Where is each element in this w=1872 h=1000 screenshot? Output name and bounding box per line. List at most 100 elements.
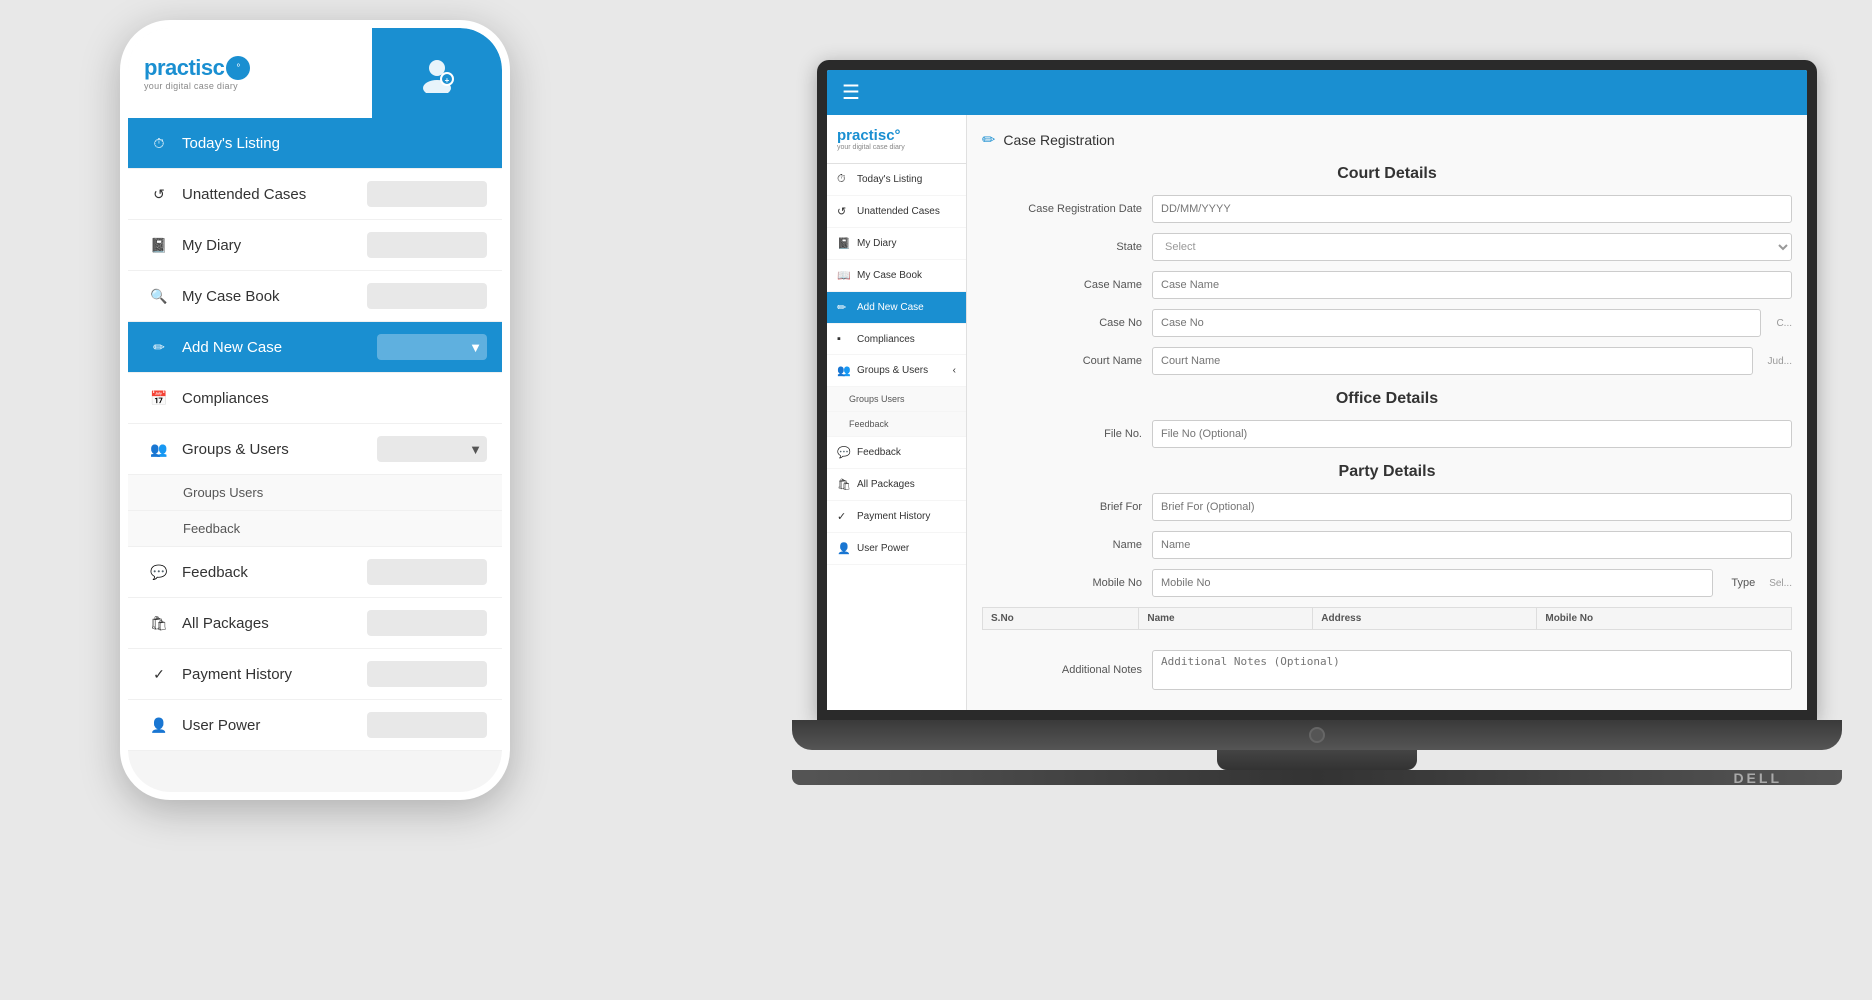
sidebar-label-feedback: Feedback — [857, 447, 901, 458]
phone-nav-payment-history[interactable]: ✓ Payment History — [128, 649, 502, 700]
label-name: Name — [982, 539, 1142, 551]
submit-button[interactable]: Submit — [1152, 710, 1229, 711]
phone-nav-label-compliances: Compliances — [182, 390, 269, 407]
sidebar-label-casebook: My Case Book — [857, 270, 922, 281]
sidebar-item-user-power[interactable]: 👤 User Power — [827, 533, 966, 565]
phone-sub-label-groups-users: Groups Users — [183, 485, 263, 500]
phone-nav-my-diary[interactable]: 📓 My Diary — [128, 220, 502, 271]
phone-nav-label-diary: My Diary — [182, 237, 241, 254]
sidebar-item-payment-history[interactable]: ✓ Payment History — [827, 501, 966, 533]
input-name[interactable] — [1152, 531, 1792, 559]
input-case-name[interactable] — [1152, 271, 1792, 299]
phone-nav-add-new-case[interactable]: ✏ Add New Case ▼ — [128, 322, 502, 373]
sidebar-label-unattended: Unattended Cases — [857, 206, 940, 217]
hamburger-icon[interactable]: ☰ — [842, 80, 860, 105]
laptop-screen: ☰ practisc° your digital case diary ⏱ To… — [817, 60, 1817, 720]
pencil-icon: ✏ — [148, 336, 170, 358]
sidebar-refresh-icon: ↺ — [837, 205, 851, 218]
sidebar-label-add-new-case: Add New Case — [857, 302, 924, 313]
phone-header: practisc ° your digital case diary + — [128, 28, 502, 118]
sidebar-sub-label-groups: Groups Users — [849, 394, 905, 404]
phone-nav-todays-listing[interactable]: ⏱ Today's Listing — [128, 118, 502, 169]
phone-nav-groups-users[interactable]: 👥 Groups & Users ▼ ‹ — [128, 424, 502, 475]
phone-nav-label-userpower: User Power — [182, 717, 260, 734]
label-mobile-no: Mobile No — [982, 577, 1142, 589]
sidebar-sub-groups-users[interactable]: Groups Users — [827, 387, 966, 412]
package-icon: 🛍 — [148, 612, 170, 634]
input-case-no[interactable] — [1152, 309, 1761, 337]
laptop-device: ☰ practisc° your digital case diary ⏱ To… — [792, 60, 1842, 810]
input-brief-for[interactable] — [1152, 493, 1792, 521]
phone-nav-label-packages: All Packages — [182, 615, 269, 632]
input-file-no[interactable] — [1152, 420, 1792, 448]
sidebar-item-unattended[interactable]: ↺ Unattended Cases — [827, 196, 966, 228]
sidebar-sub-feedback[interactable]: Feedback — [827, 412, 966, 437]
sidebar-item-todays-listing[interactable]: ⏱ Today's Listing — [827, 164, 966, 196]
phone-sub-feedback[interactable]: Feedback — [128, 511, 502, 547]
phone-nav-user-power[interactable]: 👤 User Power — [128, 700, 502, 751]
sidebar-label-payment: Payment History — [857, 511, 930, 522]
phone-nav-unattended-cases[interactable]: ↺ Unattended Cases — [128, 169, 502, 220]
sidebar-item-my-case-book[interactable]: 📖 My Case Book — [827, 260, 966, 292]
form-row-case-name: Case Name — [982, 271, 1792, 299]
laptop-stand — [1217, 750, 1417, 770]
sidebar-sub-label-feedback: Feedback — [849, 419, 889, 429]
form-row-court-name: Court Name Jud... — [982, 347, 1792, 375]
textarea-additional-notes[interactable] — [1152, 650, 1792, 690]
sidebar-label-compliances: Compliances — [857, 334, 915, 345]
sidebar-item-all-packages[interactable]: 🛍 All Packages — [827, 469, 966, 501]
sidebar-item-compliances[interactable]: ▪ Compliances — [827, 324, 966, 355]
form-row-additional-notes: Additional Notes — [982, 650, 1792, 690]
sidebar-label-packages: All Packages — [857, 479, 915, 490]
court-details-section-title: Court Details — [982, 165, 1792, 183]
input-court-name[interactable] — [1152, 347, 1753, 375]
phone-sub-groups-users[interactable]: Groups Users — [128, 475, 502, 511]
phone-profile-button[interactable]: + — [372, 28, 502, 118]
diary-icon: 📓 — [148, 234, 170, 256]
app-main: ✏ Case Registration Court Details Case R… — [967, 115, 1807, 710]
sidebar-diary-icon: 📓 — [837, 237, 851, 250]
label-court-name: Court Name — [982, 355, 1142, 367]
type-label: Type — [1731, 577, 1755, 589]
select-state[interactable]: Select — [1152, 233, 1792, 261]
app-sidebar: practisc° your digital case diary ⏱ Toda… — [827, 115, 967, 710]
phone-input-placeholder-7 — [367, 712, 487, 738]
phone-nav-compliances[interactable]: 📅 Compliances — [128, 373, 502, 424]
cancel-button[interactable]: Cancel — [1239, 710, 1318, 711]
sidebar-user-icon: 👤 — [837, 542, 851, 555]
scene: practisc ° your digital case diary + — [0, 0, 1872, 1000]
sidebar-item-add-new-case[interactable]: ✏ Add New Case — [827, 292, 966, 324]
dell-logo: DELL — [1733, 770, 1782, 786]
profile-icon: + — [417, 53, 457, 93]
sidebar-groups-arrow: ‹ — [953, 365, 956, 376]
form-row-mobile: Mobile No Type Sel... — [982, 569, 1792, 597]
label-case-no: Case No — [982, 317, 1142, 329]
sidebar-item-groups-users[interactable]: 👥 Groups & Users ‹ — [827, 355, 966, 387]
phone-input-placeholder-6 — [367, 661, 487, 687]
sidebar-label-groups-users: Groups & Users — [857, 365, 928, 376]
form-row-file-no: File No. — [982, 420, 1792, 448]
input-mobile-no[interactable] — [1152, 569, 1713, 597]
phone-input-placeholder-5 — [367, 610, 487, 636]
input-case-reg-date[interactable] — [1152, 195, 1792, 223]
label-case-name: Case Name — [982, 279, 1142, 291]
user-icon: 👤 — [148, 714, 170, 736]
sidebar-check-icon: ✓ — [837, 510, 851, 523]
form-row-state: State Select — [982, 233, 1792, 261]
sidebar-item-feedback[interactable]: 💬 Feedback — [827, 437, 966, 469]
phone-input-placeholder-3 — [367, 283, 487, 309]
label-additional-notes: Additional Notes — [982, 664, 1142, 676]
phone-nav-feedback[interactable]: 💬 Feedback — [128, 547, 502, 598]
sidebar-logo: practisc° your digital case diary — [827, 115, 966, 164]
sidebar-item-my-diary[interactable]: 📓 My Diary — [827, 228, 966, 260]
phone-nav-my-case-book[interactable]: 🔍 My Case Book — [128, 271, 502, 322]
sidebar-label-userpower: User Power — [857, 543, 909, 554]
phone-nav-label-casebook: My Case Book — [182, 288, 280, 305]
phone-nav-label-payment: Payment History — [182, 666, 292, 683]
phone-nav-all-packages[interactable]: 🛍 All Packages — [128, 598, 502, 649]
court-name-extra: Jud... — [1768, 356, 1792, 367]
form-pencil-icon: ✏ — [982, 130, 995, 150]
phone-input-placeholder-2 — [367, 232, 487, 258]
label-state: State — [982, 241, 1142, 253]
check-icon: ✓ — [148, 663, 170, 685]
